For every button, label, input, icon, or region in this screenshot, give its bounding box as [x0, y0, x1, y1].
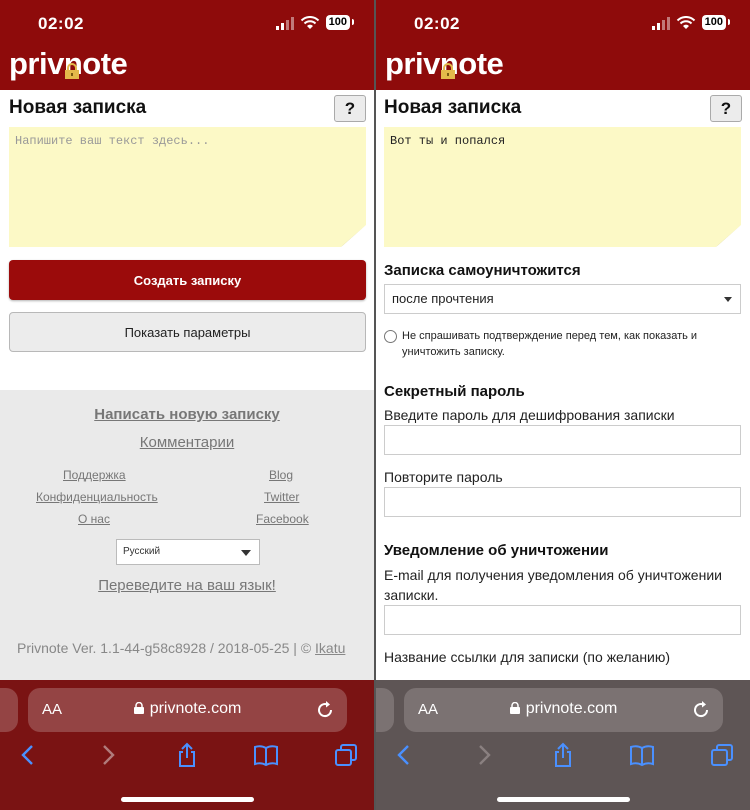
- password-heading: Секретный пароль: [384, 383, 525, 400]
- lock-icon: [65, 63, 79, 79]
- previous-tab-edge[interactable]: [376, 688, 394, 732]
- help-button[interactable]: ?: [334, 95, 366, 122]
- destruct-select[interactable]: после прочтения: [384, 284, 741, 314]
- about-link[interactable]: О нас: [78, 512, 110, 526]
- status-time: 02:02: [38, 14, 84, 33]
- language-value: Русский: [123, 546, 161, 557]
- new-note-link[interactable]: Написать новую записку: [0, 406, 374, 423]
- facebook-link[interactable]: Facebook: [256, 512, 309, 526]
- bookmarks-icon[interactable]: [629, 742, 655, 768]
- note-input[interactable]: Вот ты и попался: [384, 127, 741, 247]
- help-button[interactable]: ?: [710, 95, 742, 122]
- signal-icon: [275, 16, 294, 30]
- status-icons: 100: [275, 15, 355, 30]
- share-icon[interactable]: [174, 742, 200, 768]
- no-confirm-checkbox[interactable]: [384, 330, 397, 343]
- status-icons: 100: [651, 15, 731, 30]
- previous-tab-edge[interactable]: [0, 688, 18, 732]
- home-indicator: [121, 797, 254, 802]
- battery-icon: 100: [701, 15, 731, 30]
- notify-heading: Уведомление об уничтожении: [384, 542, 609, 559]
- wifi-icon: [676, 15, 695, 29]
- address-bar[interactable]: AA privnote.com: [404, 688, 723, 732]
- url-display: privnote.com: [28, 700, 347, 718]
- address-bar[interactable]: AA privnote.com: [28, 688, 347, 732]
- safari-toolbar: AA privnote.com: [0, 680, 374, 810]
- back-icon[interactable]: [392, 742, 418, 768]
- password-repeat-label: Повторите пароль: [384, 469, 503, 485]
- phone-right: 02:02 100 privnote Новая записка ? Вот т…: [376, 0, 750, 810]
- page-title: Новая записка: [9, 97, 147, 118]
- bookmarks-icon[interactable]: [253, 742, 279, 768]
- status-time: 02:02: [414, 14, 460, 33]
- tabs-icon[interactable]: [333, 742, 359, 768]
- url-display: privnote.com: [404, 700, 723, 718]
- page-fold-icon: [716, 225, 741, 247]
- version-info: Privnote Ver. 1.1-44-g58c8928 / 2018-05-…: [17, 640, 345, 656]
- blog-link[interactable]: Blog: [269, 468, 293, 482]
- password-label: Введите пароль для дешифрования записки: [384, 407, 675, 423]
- phone-left: 02:02 100 privnote Новая записка ? Созда…: [0, 0, 374, 810]
- no-confirm-option[interactable]: Не спрашивать подтверждение перед тем, к…: [384, 328, 744, 360]
- language-select[interactable]: Русский: [116, 539, 260, 565]
- twitter-link[interactable]: Twitter: [264, 490, 299, 504]
- destruct-value: после прочтения: [392, 291, 494, 306]
- email-label: E-mail для получения уведомления об унич…: [384, 567, 722, 603]
- lock-icon: [441, 63, 455, 79]
- version-text: Privnote Ver. 1.1-44-g58c8928 / 2018-05-…: [17, 640, 312, 656]
- page-title: Новая записка: [384, 97, 522, 118]
- note-area: Вот ты и попался: [384, 127, 741, 247]
- forward-icon[interactable]: [470, 742, 496, 768]
- show-options-button[interactable]: Показать параметры: [9, 312, 366, 352]
- padlock-icon: [509, 702, 520, 714]
- password-repeat-input[interactable]: [384, 487, 741, 517]
- padlock-icon: [133, 702, 144, 714]
- share-icon[interactable]: [550, 742, 576, 768]
- link-name-label: Название ссылки для записки (по желанию): [384, 649, 671, 665]
- note-area: [9, 127, 366, 247]
- password-input[interactable]: [384, 425, 741, 455]
- no-confirm-label: Не спрашивать подтверждение перед тем, к…: [402, 330, 698, 358]
- chevron-down-icon: [241, 550, 251, 556]
- translate-link[interactable]: Переведите на ваш язык!: [0, 577, 374, 594]
- screenshot-composite: 02:02 100 privnote Новая записка ? Созда…: [0, 0, 750, 810]
- privacy-link[interactable]: Конфиденциальность: [36, 490, 158, 504]
- create-note-button[interactable]: Создать записку: [9, 260, 366, 300]
- support-link[interactable]: Поддержка: [63, 468, 126, 482]
- signal-icon: [651, 16, 670, 30]
- destruct-heading: Записка самоуничтожится: [384, 262, 581, 279]
- wifi-icon: [300, 15, 319, 29]
- site-header: 02:02 100 privnote: [376, 0, 750, 90]
- url-text: privnote.com: [149, 700, 242, 717]
- ikatu-link[interactable]: Ikatu: [315, 640, 345, 656]
- battery-icon: 100: [325, 15, 355, 30]
- reload-icon[interactable]: [691, 700, 711, 720]
- home-indicator: [497, 797, 630, 802]
- chevron-down-icon: [724, 297, 732, 302]
- forward-icon[interactable]: [94, 742, 120, 768]
- footer: Написать новую записку Комментарии Подде…: [0, 390, 374, 690]
- site-header: 02:02 100 privnote: [0, 0, 374, 90]
- note-input[interactable]: [9, 127, 366, 247]
- reload-icon[interactable]: [315, 700, 335, 720]
- page-fold-icon: [341, 225, 366, 247]
- tabs-icon[interactable]: [709, 742, 735, 768]
- email-input[interactable]: [384, 605, 741, 635]
- comments-link[interactable]: Комментарии: [0, 434, 374, 451]
- url-text: privnote.com: [525, 700, 618, 717]
- back-icon[interactable]: [16, 742, 42, 768]
- safari-toolbar: AA privnote.com: [376, 680, 750, 810]
